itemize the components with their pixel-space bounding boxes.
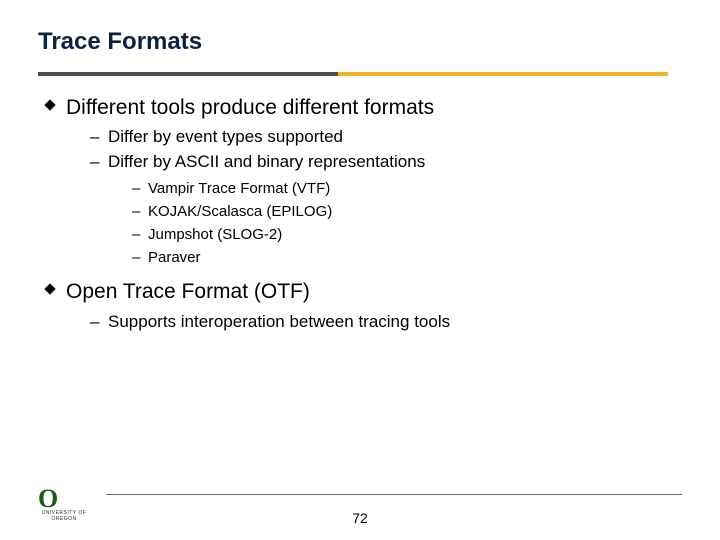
list-item: Jumpshot (SLOG-2) — [132, 224, 682, 245]
list-item: Supports interoperation between tracing … — [90, 311, 682, 334]
list-item-text: Differ by ASCII and binary representatio… — [108, 152, 425, 171]
list-item: KOJAK/Scalasca (EPILOG) — [132, 201, 682, 222]
list-item-text: Different tools produce different format… — [66, 96, 434, 119]
sub-list: Supports interoperation between tracing … — [90, 311, 682, 334]
list-item: Paraver — [132, 247, 682, 268]
sub-sub-list: Vampir Trace Format (VTF) KOJAK/Scalasca… — [132, 178, 682, 268]
list-item-text: Differ by event types supported — [108, 127, 343, 146]
logo-glyph: O — [38, 486, 90, 512]
list-item: Differ by ASCII and binary representatio… — [90, 151, 682, 268]
page-number: 72 — [38, 510, 682, 526]
list-item: Different tools produce different format… — [44, 94, 682, 268]
list-item: Open Trace Format (OTF) Supports interop… — [44, 278, 682, 333]
list-item: Differ by event types supported — [90, 126, 682, 149]
list-item-text: Vampir Trace Format (VTF) — [148, 180, 330, 197]
slide: Trace Formats Different tools produce di… — [0, 0, 720, 540]
list-item-text: Paraver — [148, 249, 201, 266]
list-item: Vampir Trace Format (VTF) — [132, 178, 682, 199]
title-divider — [38, 72, 668, 76]
bullet-list: Different tools produce different format… — [44, 94, 682, 334]
list-item-text: Open Trace Format (OTF) — [66, 280, 310, 303]
list-item-text: Jumpshot (SLOG-2) — [148, 226, 282, 243]
list-item-text: KOJAK/Scalasca (EPILOG) — [148, 203, 332, 220]
list-item-text: Supports interoperation between tracing … — [108, 312, 450, 331]
page-title: Trace Formats — [38, 28, 682, 56]
footer-divider — [106, 494, 682, 495]
footer: O UNIVERSITY OF OREGON 72 — [38, 482, 682, 522]
sub-list: Differ by event types supported Differ b… — [90, 126, 682, 268]
